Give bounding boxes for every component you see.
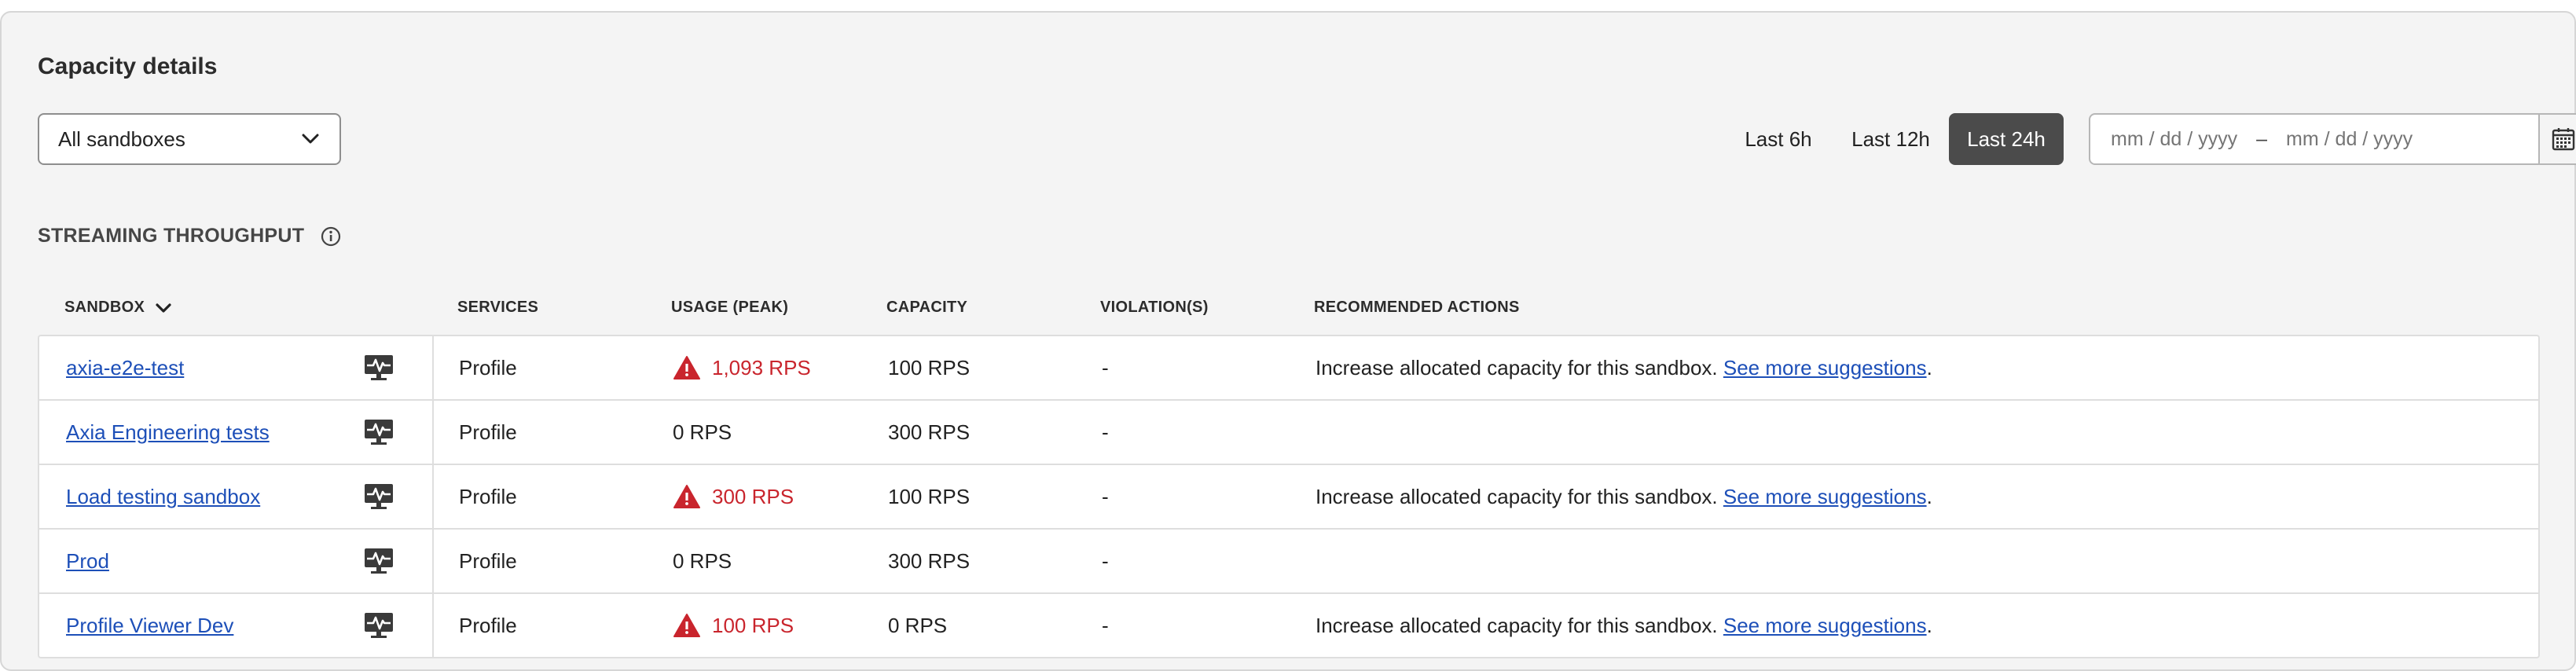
action-text: Increase allocated capacity for this san…: [1316, 484, 1718, 508]
range-12h-button[interactable]: Last 12h: [1837, 113, 1944, 165]
calendar-icon: [2552, 128, 2575, 151]
table-row: Axia Engineering tests Profile 0 RPS 300…: [39, 401, 2538, 465]
header-services: SERVICES: [457, 299, 539, 316]
usage-cell: 0 RPS: [673, 401, 732, 464]
end-date-placeholder: mm / dd / yyyy: [2286, 127, 2413, 150]
capacity-cell: 0 RPS: [888, 613, 948, 637]
warning-triangle-icon: [673, 484, 701, 509]
capacity-cell: 300 RPS: [888, 548, 971, 573]
recommended-action-cell: Increase allocated capacity for this san…: [1316, 336, 1932, 399]
usage-value: 100 RPS: [712, 613, 794, 637]
chevron-down-icon: [300, 129, 321, 149]
sandbox-link[interactable]: Axia Engineering tests: [66, 420, 270, 445]
monitor-pulse-icon[interactable]: [363, 354, 394, 382]
violations-cell: -: [1102, 484, 1109, 508]
calendar-button[interactable]: [2538, 113, 2576, 165]
warning-triangle-icon: [673, 355, 701, 380]
info-icon[interactable]: [320, 226, 342, 248]
action-text: Increase allocated capacity for this san…: [1316, 355, 1718, 380]
section-heading: STREAMING THROUGHPUT: [38, 225, 342, 248]
services-cell: Profile: [459, 355, 517, 380]
violations-cell: -: [1102, 420, 1109, 444]
header-sandbox-label: SANDBOX: [64, 299, 145, 316]
warning-triangle-icon: [673, 613, 701, 638]
header-violations: VIOLATION(S): [1100, 299, 1209, 316]
column-divider: [432, 336, 434, 399]
recommended-action-cell: Increase allocated capacity for this san…: [1316, 465, 1932, 528]
throughput-table: axia-e2e-test Profile 1,093 RPS 100 RPS …: [38, 335, 2540, 658]
monitor-pulse-icon[interactable]: [363, 611, 394, 640]
usage-value: 0 RPS: [673, 548, 732, 573]
header-actions: RECOMMENDED ACTIONS: [1314, 299, 1520, 316]
range-6h-button[interactable]: Last 6h: [1727, 113, 1829, 165]
capacity-cell: 100 RPS: [888, 484, 971, 508]
usage-cell: 300 RPS: [673, 465, 794, 528]
column-divider: [432, 465, 434, 528]
usage-cell: 1,093 RPS: [673, 336, 811, 399]
chevron-down-icon[interactable]: [156, 302, 171, 314]
column-divider: [432, 594, 434, 658]
violations-cell: -: [1102, 613, 1109, 637]
table-row: Load testing sandbox Profile 300 RPS 100…: [39, 465, 2538, 530]
column-divider: [432, 401, 434, 464]
services-cell: Profile: [459, 420, 517, 444]
range-24h-button[interactable]: Last 24h: [1949, 113, 2064, 165]
action-end: .: [1926, 355, 1932, 380]
monitor-pulse-icon[interactable]: [363, 418, 394, 446]
sandbox-link[interactable]: axia-e2e-test: [66, 356, 184, 380]
monitor-pulse-icon[interactable]: [363, 547, 394, 575]
table-row: axia-e2e-test Profile 1,093 RPS 100 RPS …: [39, 336, 2538, 401]
sandbox-link[interactable]: Load testing sandbox: [66, 485, 260, 509]
header-sandbox[interactable]: SANDBOX: [64, 299, 171, 317]
usage-value: 1,093 RPS: [712, 355, 811, 380]
capacity-cell: 300 RPS: [888, 420, 971, 444]
section-title: STREAMING THROUGHPUT: [38, 225, 305, 247]
monitor-pulse-icon[interactable]: [363, 482, 394, 511]
violations-cell: -: [1102, 355, 1109, 380]
date-separator: –: [2256, 127, 2268, 150]
usage-cell: 100 RPS: [673, 594, 794, 657]
capacity-details-panel: Capacity details All sandboxes Last 6h L…: [0, 11, 2576, 671]
usage-value: 0 RPS: [673, 420, 732, 444]
services-cell: Profile: [459, 484, 517, 508]
column-divider: [432, 530, 434, 592]
action-text: Increase allocated capacity for this san…: [1316, 613, 1718, 637]
header-usage: USAGE (PEAK): [671, 299, 789, 316]
recommended-action-cell: Increase allocated capacity for this san…: [1316, 594, 1932, 657]
capacity-cell: 100 RPS: [888, 355, 971, 380]
action-end: .: [1926, 484, 1932, 508]
usage-cell: 0 RPS: [673, 530, 732, 592]
header-capacity: CAPACITY: [886, 299, 968, 316]
services-cell: Profile: [459, 548, 517, 573]
sandbox-link[interactable]: Profile Viewer Dev: [66, 614, 233, 638]
sandbox-filter-value: All sandboxes: [58, 126, 185, 151]
date-range-input[interactable]: mm / dd / yyyy – mm / dd / yyyy: [2089, 113, 2541, 165]
usage-value: 300 RPS: [712, 484, 794, 508]
services-cell: Profile: [459, 613, 517, 637]
see-more-suggestions-link[interactable]: See more suggestions: [1723, 485, 1927, 509]
sandbox-filter-dropdown[interactable]: All sandboxes: [38, 113, 341, 165]
page-title: Capacity details: [38, 53, 218, 79]
see-more-suggestions-link[interactable]: See more suggestions: [1723, 356, 1927, 380]
violations-cell: -: [1102, 548, 1109, 573]
see-more-suggestions-link[interactable]: See more suggestions: [1723, 614, 1927, 638]
start-date-placeholder: mm / dd / yyyy: [2111, 127, 2238, 150]
table-row: Profile Viewer Dev Profile 100 RPS 0 RPS…: [39, 594, 2538, 658]
action-end: .: [1926, 613, 1932, 637]
table-row: Prod Profile 0 RPS 300 RPS -: [39, 530, 2538, 594]
sandbox-link[interactable]: Prod: [66, 549, 109, 574]
